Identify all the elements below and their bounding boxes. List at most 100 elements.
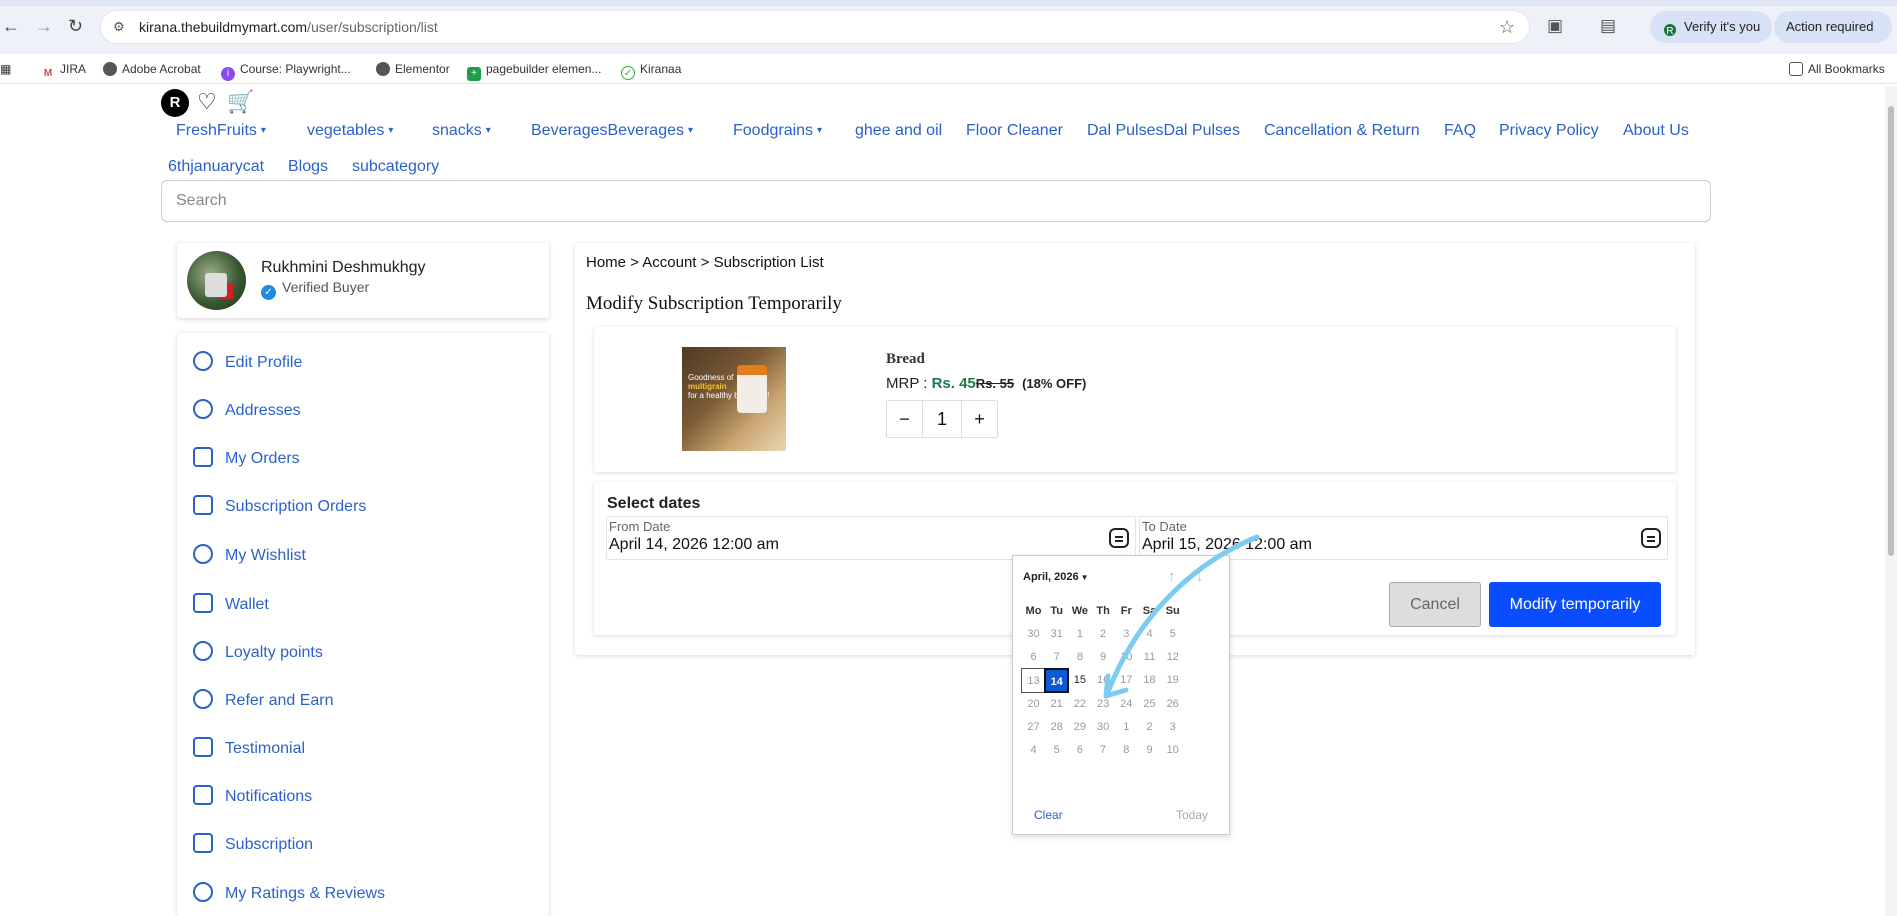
url-text[interactable]: kirana.thebuildmymart.com/user/subscript… (139, 19, 438, 35)
calendar-day[interactable]: 7 (1044, 645, 1069, 670)
site-info-icon[interactable]: ⚙ (113, 19, 125, 35)
calendar-day[interactable]: 12 (1160, 645, 1185, 670)
menu-item-foodgrains[interactable]: Foodgrains ▾ (733, 122, 822, 140)
calendar-day[interactable]: 20 (1021, 692, 1046, 717)
wishlist-heart-icon[interactable]: ♡ (197, 89, 217, 115)
calendar-day[interactable]: 24 (1114, 692, 1139, 717)
calendar-day[interactable]: 17 (1114, 668, 1139, 693)
calendar-day[interactable]: 6 (1021, 645, 1046, 670)
calendar-day[interactable]: 4 (1137, 622, 1162, 647)
calendar-day[interactable]: 22 (1067, 692, 1092, 717)
menu-item-snacks[interactable]: snacks ▾ (432, 122, 491, 140)
calendar-day[interactable]: 31 (1044, 622, 1069, 647)
calendar-day[interactable]: 8 (1114, 738, 1139, 763)
sidebar-item-wallet[interactable]: Wallet (193, 593, 269, 614)
address-bar[interactable]: ⚙ kirana.thebuildmymart.com/user/subscri… (100, 10, 1530, 44)
menu-item-privacy-policy[interactable]: Privacy Policy (1499, 122, 1599, 140)
menu-item-freshfruits[interactable]: FreshFruits ▾ (176, 122, 266, 140)
calendar-day[interactable]: 6 (1067, 738, 1092, 763)
calendar-day[interactable]: 5 (1044, 738, 1069, 763)
menu-item-floor-cleaner[interactable]: Floor Cleaner (966, 122, 1063, 140)
calendar-day[interactable]: 23 (1091, 692, 1116, 717)
sidebar-item-loyalty-points[interactable]: Loyalty points (193, 641, 323, 662)
menu-item-subcategory[interactable]: subcategory (352, 158, 439, 176)
calendar-day[interactable]: 18 (1137, 668, 1162, 693)
sidebar-item-addresses[interactable]: Addresses (193, 399, 301, 420)
search-input[interactable]: Search (161, 180, 1711, 222)
apps-grid-icon[interactable]: ▦ (0, 62, 11, 76)
calendar-day[interactable]: 26 (1160, 692, 1185, 717)
sidebar-item-subscription-orders[interactable]: Subscription Orders (193, 495, 366, 516)
sidebar-item-my-ratings-reviews[interactable]: My Ratings & Reviews (193, 882, 385, 903)
cancel-button[interactable]: Cancel (1389, 582, 1481, 627)
to-date-value[interactable]: April 15, 2026 12:00 am (1142, 536, 1312, 554)
calendar-day[interactable]: 30 (1091, 715, 1116, 740)
calendar-icon[interactable] (1109, 528, 1129, 548)
today-button[interactable]: Today (1176, 808, 1208, 822)
sidebar-item-subscription[interactable]: Subscription (193, 833, 313, 854)
tab-search-icon[interactable]: ▤ (1600, 16, 1616, 36)
to-date-field[interactable]: To Date April 15, 2026 12:00 am (1139, 516, 1668, 560)
forward-arrow-icon[interactable]: → (35, 16, 53, 37)
calendar-day[interactable]: 9 (1137, 738, 1162, 763)
calendar-day[interactable]: 29 (1067, 715, 1092, 740)
menu-item-6thjanuarycat[interactable]: 6thjanuarycat (168, 158, 264, 176)
calendar-day[interactable]: 7 (1091, 738, 1116, 763)
sidebar-item-my-orders[interactable]: My Orders (193, 447, 300, 468)
page-scrollbar[interactable] (1885, 86, 1897, 916)
calendar-day[interactable]: 2 (1091, 622, 1116, 647)
calendar-day[interactable]: 15 (1067, 668, 1092, 693)
bookmark-jira[interactable]: M JIRA (41, 62, 86, 81)
menu-item-vegetables[interactable]: vegetables ▾ (307, 122, 393, 140)
bookmark-adobe-acrobat[interactable]: Adobe Acrobat (103, 62, 201, 76)
reload-icon[interactable]: ↻ (68, 16, 83, 37)
calendar-day[interactable]: 16 (1091, 668, 1116, 693)
all-bookmarks[interactable]: All Bookmarks (1789, 62, 1885, 76)
modify-temporarily-button[interactable]: Modify temporarily (1489, 582, 1661, 627)
calendar-day[interactable]: 4 (1021, 738, 1046, 763)
calendar-day[interactable]: 3 (1160, 715, 1185, 740)
bookmark-elementor[interactable]: Elementor (376, 62, 450, 76)
menu-item-dal-pulses[interactable]: Dal PulsesDal Pulses (1087, 122, 1240, 140)
sidebar-item-testimonial[interactable]: Testimonial (193, 737, 305, 758)
sidebar-item-refer-and-earn[interactable]: Refer and Earn (193, 689, 334, 710)
calendar-day[interactable]: 1 (1114, 715, 1139, 740)
calendar-day[interactable]: 3 (1114, 622, 1139, 647)
scrollbar-thumb[interactable] (1888, 106, 1894, 556)
decrement-button[interactable]: − (887, 401, 923, 437)
from-date-field[interactable]: From Date April 14, 2026 12:00 am (606, 516, 1136, 560)
bookmark-star-icon[interactable]: ☆ (1499, 17, 1515, 38)
calendar-icon[interactable] (1641, 528, 1661, 548)
bookmark-kiranaa[interactable]: ✓ Kiranaa (621, 62, 681, 80)
quantity-value[interactable]: 1 (923, 401, 961, 437)
calendar-day[interactable]: 5 (1160, 622, 1185, 647)
sidebar-item-edit-profile[interactable]: Edit Profile (193, 351, 302, 372)
menu-item-about-us[interactable]: About Us (1623, 122, 1689, 140)
menu-item-blogs[interactable]: Blogs (288, 158, 328, 176)
menu-item-faq[interactable]: FAQ (1444, 122, 1476, 140)
calendar-day[interactable]: 10 (1114, 645, 1139, 670)
menu-item-ghee-and-oil[interactable]: ghee and oil (855, 122, 942, 140)
calendar-day[interactable]: 30 (1021, 622, 1046, 647)
month-year-selector[interactable]: April, 2026 ▼ (1023, 571, 1089, 583)
calendar-day[interactable]: 13 (1021, 668, 1046, 694)
bookmark-pagebuilder[interactable]: + pagebuilder elemen... (467, 62, 601, 81)
calendar-day[interactable]: 1 (1067, 622, 1092, 647)
calendar-day[interactable]: 27 (1021, 715, 1046, 740)
calendar-day[interactable]: 10 (1160, 738, 1185, 763)
sidebar-item-my-wishlist[interactable]: My Wishlist (193, 544, 306, 565)
calendar-day-selected[interactable]: 14 (1044, 668, 1070, 694)
calendar-day[interactable]: 19 (1160, 668, 1185, 693)
calendar-day[interactable]: 25 (1137, 692, 1162, 717)
cart-icon[interactable]: 🛒 (227, 89, 254, 115)
calendar-day[interactable]: 21 (1044, 692, 1069, 717)
previous-month-arrow-icon[interactable]: ↑ (1168, 568, 1176, 585)
clear-date-button[interactable]: Clear (1034, 808, 1063, 822)
profile-chip[interactable]: R Verify it's you (1650, 11, 1773, 43)
sidebar-item-notifications[interactable]: Notifications (193, 785, 312, 806)
calendar-day[interactable]: 28 (1044, 715, 1069, 740)
increment-button[interactable]: + (961, 401, 997, 437)
from-date-value[interactable]: April 14, 2026 12:00 am (609, 536, 779, 554)
calendar-day[interactable]: 11 (1137, 645, 1162, 670)
menu-item-cancellation-return[interactable]: Cancellation & Return (1264, 122, 1420, 140)
